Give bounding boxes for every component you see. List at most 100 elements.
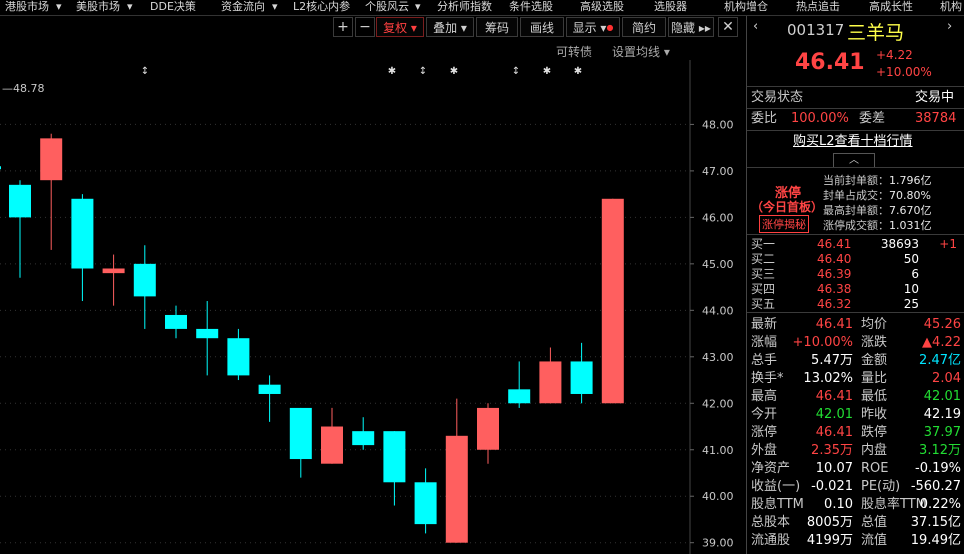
menu-item-growth[interactable]: 高成长性 (869, 0, 913, 15)
candle-up (601, 198, 624, 404)
back-arrow-icon[interactable]: ‹ (753, 19, 758, 34)
top-menu-bar: 港股市场 ▾ 美股市场 ▾ DDE决策 资金流向 ▾ L2核心内参 个股风云 ▾… (0, 0, 964, 16)
collapse-chevron-icon[interactable]: ︿ (833, 153, 875, 168)
candle-down (133, 263, 156, 297)
close-icon[interactable]: ✕ (718, 17, 738, 37)
stat-value: 45.26 (923, 317, 961, 332)
candle-up (40, 138, 63, 181)
stat-value: 42.01 (815, 407, 853, 422)
convertible-link[interactable]: 可转债 (556, 43, 592, 60)
simple-button[interactable]: 简约 (622, 17, 666, 37)
stat-value: 46.41 (815, 389, 853, 404)
bid-price: 46.40 (817, 252, 852, 266)
stat-value: 42.19 (923, 407, 961, 422)
bid-label: 买三 (751, 267, 776, 281)
stat-value: 0.10 (824, 497, 853, 512)
weicha-label: 委差 (859, 111, 886, 126)
display-dropdown[interactable]: 显示 ▾● (566, 17, 620, 37)
menu-item-analyst[interactable]: 分析师指数 (437, 0, 492, 15)
fuquan-dropdown[interactable]: 复权 ▾ (376, 17, 424, 37)
stat-label: 外盘 (751, 443, 778, 458)
divider (747, 86, 964, 87)
menu-item-condition[interactable]: 条件选股 (509, 0, 553, 15)
stat-value: -560.27 (910, 479, 961, 494)
event-marker-icon: ↕ (141, 66, 149, 77)
limit-info-label: 当前封单额： (823, 174, 889, 187)
bid-volume: 6 (911, 267, 919, 281)
stat-value: 10.07 (815, 461, 853, 476)
stat-label: 流通股 (751, 533, 791, 548)
menu-item-inst[interactable]: 机构 (940, 0, 962, 15)
zoom-in-button[interactable]: + (333, 17, 353, 37)
stat-label: 换手* (751, 371, 784, 386)
menu-item-selector[interactable]: 选股器 (654, 0, 687, 15)
menu-item-stock-wind[interactable]: 个股风云 (365, 0, 409, 15)
set-ma-link[interactable]: 设置均线 ▾ (612, 43, 670, 60)
candle-partial (0, 166, 1, 170)
limit-reveal-button[interactable]: 涨停揭秘 (759, 215, 809, 233)
limit-info-value: 7.670亿 (889, 204, 932, 217)
candle-down (570, 361, 593, 394)
chip-button[interactable]: 筹码 (476, 17, 518, 37)
menu-dropdown-arrow[interactable]: ▾ (56, 0, 62, 15)
status-value: 交易中 (915, 90, 955, 105)
hide-button[interactable]: 隐藏 ▸▸ (668, 17, 714, 37)
candle-up (539, 361, 562, 404)
draw-line-button[interactable]: 画线 (520, 17, 564, 37)
stat-label: 金额 (861, 353, 888, 368)
price-tick-label: 42.00 (702, 397, 734, 410)
menu-item-us-market[interactable]: 美股市场 (76, 0, 120, 15)
max-price-label: —48.78 (2, 82, 45, 95)
menu-item-l2-core[interactable]: L2核心内参 (293, 0, 350, 15)
limit-info-value: 1.031亿 (889, 219, 932, 232)
menu-item-advanced[interactable]: 高级选股 (580, 0, 624, 15)
limit-info-label: 涨停成交额： (823, 219, 889, 232)
stat-label: 收益(一) (751, 479, 801, 494)
candle-down (227, 338, 250, 376)
stock-price: 46.41 (795, 50, 865, 75)
stat-label: 股息TTM (751, 497, 804, 512)
menu-item-dde[interactable]: DDE决策 (150, 0, 196, 15)
set-ma-label: 设置均线 (612, 45, 661, 59)
event-marker-icon: ✱ (450, 66, 458, 77)
stat-value: 19.49亿 (910, 533, 961, 548)
event-marker-icon: ↕ (419, 66, 427, 77)
bid-volume: 38693 (880, 237, 919, 251)
menu-dropdown-arrow[interactable]: ▾ (127, 0, 133, 15)
stat-value: 5.47万 (811, 353, 853, 368)
stat-label: 涨停 (751, 425, 778, 440)
weibi-value: 100.00% (791, 111, 849, 126)
stat-label: 均价 (861, 317, 888, 332)
menu-item-inst-add[interactable]: 机构增仓 (724, 0, 768, 15)
price-tick-label: 44.00 (702, 304, 734, 317)
menu-item-hk-market[interactable]: 港股市场 (5, 0, 49, 15)
candle-down (258, 384, 281, 394)
candlestick-chart[interactable]: 48.00 47.00 46.00 45.00 44.00 43.00 42.00 41.00… (0, 60, 745, 554)
candle-down (9, 184, 31, 218)
bid-label: 买四 (751, 282, 776, 296)
stat-label: 涨跌 (861, 335, 888, 350)
menu-dropdown-arrow[interactable]: ▾ (415, 0, 421, 15)
zoom-out-button[interactable]: − (355, 17, 375, 37)
price-tick-label: 46.00 (702, 211, 734, 224)
limit-info-label: 封单占成交： (823, 189, 889, 202)
bid-price: 46.39 (817, 267, 852, 281)
l2-link[interactable]: 购买L2查看十档行情 (793, 133, 913, 151)
stat-label: ROE (861, 461, 889, 476)
stat-value: 2.04 (932, 371, 961, 386)
stat-value: 0.22% (919, 497, 961, 512)
candle-up (477, 407, 499, 450)
event-marker-icon: ✱ (388, 66, 396, 77)
forward-arrow-icon[interactable]: › (947, 19, 952, 34)
stat-label: 最高 (751, 389, 778, 404)
stat-label: 净资产 (751, 461, 791, 476)
divider (747, 312, 964, 313)
limit-info-value: 70.80% (889, 189, 931, 202)
menu-item-hot[interactable]: 热点追击 (796, 0, 840, 15)
bid-volume: 10 (903, 282, 919, 296)
bid-label: 买一 (751, 237, 776, 251)
menu-dropdown-arrow[interactable]: ▾ (272, 0, 278, 15)
overlay-dropdown[interactable]: 叠加 ▾ (426, 17, 474, 37)
stock-name: 三羊马 (847, 22, 905, 44)
menu-item-fund-flow[interactable]: 资金流向 (221, 0, 265, 15)
